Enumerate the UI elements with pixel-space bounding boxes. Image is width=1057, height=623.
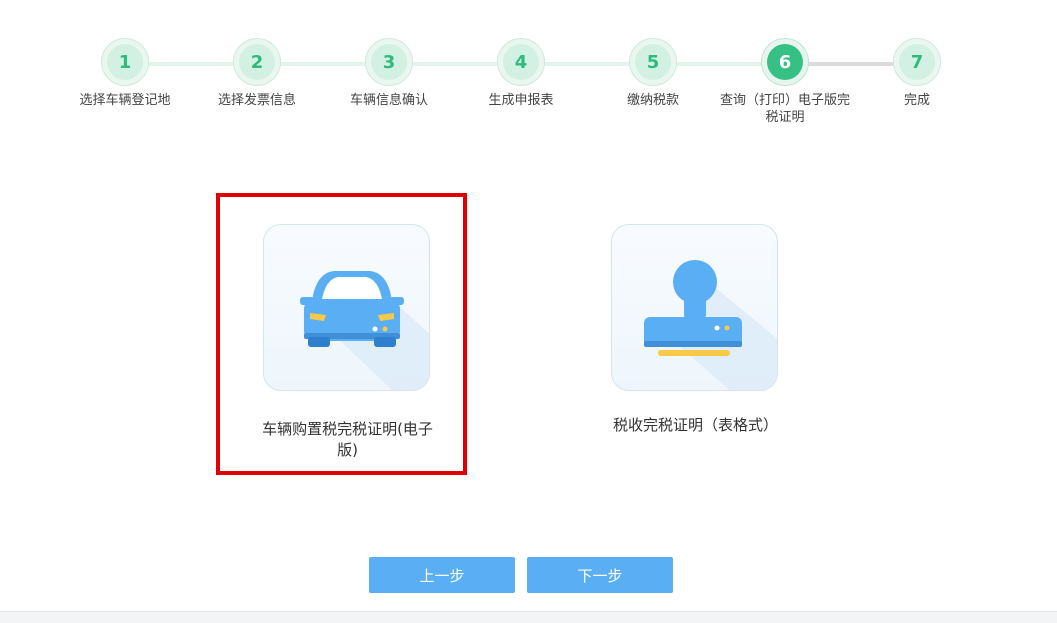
option-label: 税收完税证明（表格式） xyxy=(613,416,779,434)
step-1: 1 选择车辆登记地 xyxy=(55,38,195,109)
step-circle: 5 xyxy=(629,38,677,86)
previous-step-button[interactable]: 上一步 xyxy=(369,557,515,593)
step-6-current: 6 查询（打印）电子版完税证明 xyxy=(715,38,855,126)
step-4: 4 生成申报表 xyxy=(451,38,591,109)
step-label: 选择车辆登记地 xyxy=(79,93,171,108)
option-icon-tile[interactable] xyxy=(611,224,778,391)
step-circle: 1 xyxy=(101,38,149,86)
step-number: 1 xyxy=(107,44,143,80)
step-label: 车辆信息确认 xyxy=(349,93,428,108)
step-circle: 7 xyxy=(893,38,941,86)
step-label: 选择发票信息 xyxy=(217,93,296,108)
step-circle-active: 6 xyxy=(761,38,809,86)
car-icon xyxy=(300,270,429,390)
bottom-scroll-area xyxy=(0,611,1057,623)
step-5: 5 缴纳税款 xyxy=(583,38,723,109)
next-step-button[interactable]: 下一步 xyxy=(527,557,673,593)
step-circle: 3 xyxy=(365,38,413,86)
step-label: 完成 xyxy=(903,93,930,108)
step-label: 生成申报表 xyxy=(488,93,554,108)
step-number: 6 xyxy=(767,44,803,80)
step-circle: 4 xyxy=(497,38,545,86)
step-number: 3 xyxy=(371,44,407,80)
step-2: 2 选择发票信息 xyxy=(187,38,327,109)
progress-stepper: 1 选择车辆登记地 2 选择发票信息 3 车辆信息确认 4 生成申报表 5 缴纳… xyxy=(0,38,1057,138)
step-label: 缴纳税款 xyxy=(626,93,679,108)
option-table-certificate[interactable]: 税收完税证明（表格式） xyxy=(570,197,820,471)
step-number: 4 xyxy=(503,44,539,80)
step-label: 查询（打印）电子版完税证明 xyxy=(719,93,850,125)
step-number: 7 xyxy=(899,44,935,80)
stamp-icon xyxy=(644,260,777,390)
step-number: 5 xyxy=(635,44,671,80)
option-label: 车辆购置税完税证明(电子版) xyxy=(262,420,433,459)
option-icon-tile[interactable] xyxy=(263,224,430,391)
option-electronic-certificate[interactable]: 车辆购置税完税证明(电子版) xyxy=(220,197,463,471)
step-number: 2 xyxy=(239,44,275,80)
step-7: 7 完成 xyxy=(847,38,987,109)
step-3: 3 车辆信息确认 xyxy=(319,38,459,109)
step-circle: 2 xyxy=(233,38,281,86)
